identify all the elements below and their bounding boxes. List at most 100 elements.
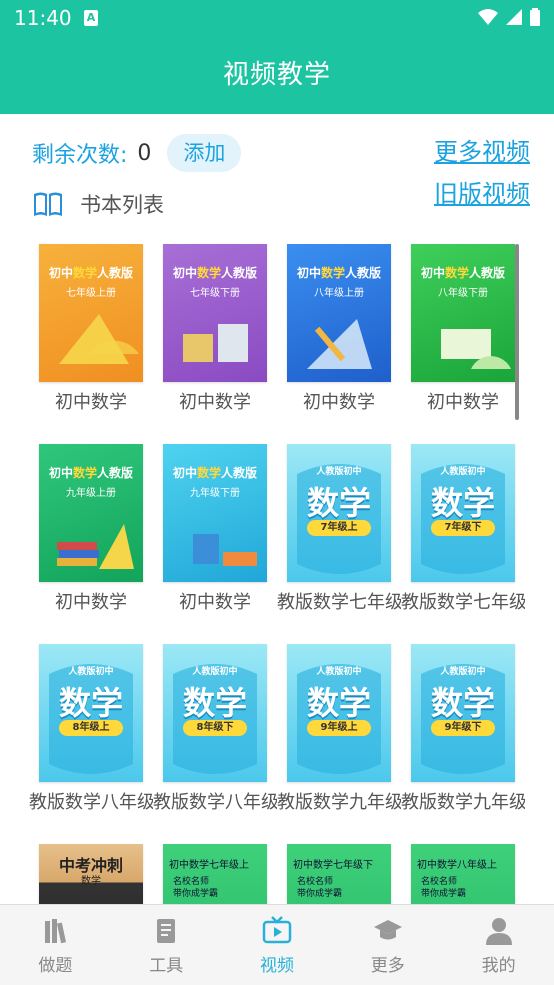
- old-videos-link[interactable]: 旧版视频: [434, 174, 530, 209]
- book-card[interactable]: 初中数学人教版 七年级下册 初中数学: [153, 244, 277, 414]
- book-cover: 中考冲刺 数学: [39, 844, 143, 904]
- tv-play-icon: [262, 916, 292, 944]
- book-caption: 初中数学: [427, 392, 499, 413]
- book-cover-title: 初中数学八年级上: [417, 860, 497, 871]
- book-cover: 初中数学七年级上 名校名师 带你成学霸: [163, 844, 267, 904]
- book-caption: 初中数学: [55, 392, 127, 413]
- status-time: 11:40: [14, 6, 72, 30]
- book-cover: 人教版初中 数学 8年级下: [163, 644, 267, 782]
- book-cover-grade: 7年级上: [307, 520, 371, 536]
- book-cover-subject: 数学: [81, 876, 101, 887]
- book-cover: 初中数学人教版 八年级下册: [411, 244, 515, 382]
- book-card[interactable]: 初中数学七年级上 名校名师 带你成学霸: [153, 844, 277, 904]
- triangle-ruler-icon: [307, 319, 372, 369]
- remaining-label: 剩余次数:: [32, 143, 128, 168]
- book-cover: 初中数学人教版 九年级下册: [163, 444, 267, 582]
- book-list-heading: 书本列表: [32, 188, 164, 220]
- book-caption: 教版数学八年级: [153, 792, 277, 813]
- book-caption: 教版数学九年级: [401, 792, 525, 813]
- notification-icon: A: [84, 10, 98, 26]
- book-card[interactable]: 中考冲刺 数学: [29, 844, 153, 904]
- page-title: 视频教学: [222, 60, 331, 90]
- nav-item-video[interactable]: 视频: [222, 905, 333, 985]
- book-cover-subject: 数学: [430, 484, 495, 522]
- book-cover-publisher: 人教版初中: [440, 467, 486, 477]
- book-caption: 初中数学: [303, 392, 375, 413]
- book-cover-grade: 8年级上: [59, 720, 123, 736]
- book-cover: 初中数学人教版 七年级下册: [163, 244, 267, 382]
- book-card[interactable]: 人教版初中 数学 8年级上 教版数学八年级: [29, 644, 153, 814]
- book-cover-line2: 带你成学霸: [297, 889, 343, 899]
- book-cover-publisher: 人教版初中: [316, 667, 362, 677]
- book-card[interactable]: 初中数学人教版 七年级上册 初中数学: [29, 244, 153, 414]
- stationery-icon: [183, 324, 248, 362]
- book-caption: 教版数学八年级: [29, 792, 153, 813]
- add-button[interactable]: 添加: [167, 134, 242, 172]
- book-cover: 人教版初中 数学 9年级下: [411, 644, 515, 782]
- nav-item-tools[interactable]: 工具: [111, 905, 222, 985]
- book-cover-subject: 数学: [306, 484, 371, 522]
- book-card[interactable]: 初中数学七年级下 名校名师 带你成学霸: [277, 844, 401, 904]
- status-icons: [478, 8, 540, 26]
- book-card[interactable]: 人教版初中 数学 7年级下 教版数学七年级: [401, 444, 525, 614]
- app-header: 视频教学: [0, 36, 554, 114]
- book-cover: 初中数学七年级下 名校名师 带你成学霸: [287, 844, 391, 904]
- book-cover: 人教版初中 数学 8年级上: [39, 644, 143, 782]
- book-cover: 初中数学人教版 九年级上册: [39, 444, 143, 582]
- signal-icon: [506, 9, 522, 25]
- nav-label: 工具: [149, 956, 184, 976]
- more-videos-link[interactable]: 更多视频: [434, 132, 530, 167]
- book-card[interactable]: 初中数学八年级上 名校名师 带你成学霸: [401, 844, 525, 904]
- book-card[interactable]: 人教版初中 数学 8年级下 教版数学八年级: [153, 644, 277, 814]
- nav-item-mine[interactable]: 我的: [443, 905, 554, 985]
- ruler-protractor-icon: [59, 314, 139, 364]
- book-cover: 人教版初中 数学 7年级下: [411, 444, 515, 582]
- book-cover: 初中数学人教版 八年级上册: [287, 244, 391, 382]
- book-card[interactable]: 初中数学人教版 八年级上册 初中数学: [277, 244, 401, 414]
- battery-icon: [530, 8, 540, 26]
- remaining-count: 0: [137, 140, 152, 166]
- book-cover-line2: 带你成学霸: [421, 889, 467, 899]
- graduation-cap-icon: [373, 920, 402, 940]
- book-cover-publisher: 人教版初中: [192, 667, 238, 677]
- nav-item-practice[interactable]: 做题: [0, 905, 111, 985]
- bottom-nav: 做题 工具 视频 更多 我的: [0, 904, 554, 985]
- book-cover: 初中数学人教版 七年级上册: [39, 244, 143, 382]
- book-cover-publisher: 人教版初中: [68, 667, 114, 677]
- nav-item-more[interactable]: 更多: [332, 905, 443, 985]
- book-cover-subject: 数学: [58, 684, 123, 722]
- book-card[interactable]: 人教版初中 数学 9年级上 教版数学九年级: [277, 644, 401, 814]
- book-grid: 初中数学人教版 七年级上册 初中数学 初中数学人教版 七年级下册 初中数学 初中…: [0, 240, 554, 904]
- book-cover-publisher: 人教版初中: [440, 667, 486, 677]
- status-bar: 11:40 A: [0, 0, 554, 36]
- book-card[interactable]: 初中数学人教版 九年级下册 初中数学: [153, 444, 277, 614]
- remaining-count-row: 剩余次数: 0 添加: [32, 134, 242, 172]
- book-card[interactable]: 初中数学人教版 八年级下册 初中数学: [401, 244, 525, 414]
- stacked-books-icon: [57, 524, 134, 569]
- book-caption: 初中数学: [55, 592, 127, 613]
- nav-label: 更多: [370, 956, 405, 976]
- book-caption: 教版数学七年级: [401, 592, 525, 613]
- book-list-title: 书本列表: [80, 193, 164, 217]
- book-card[interactable]: 人教版初中 数学 7年级上 教版数学七年级: [277, 444, 401, 614]
- book-cover-title: 初中数学七年级上: [169, 860, 249, 871]
- book-cover-grade: 9年级下: [431, 720, 495, 736]
- open-book-icon: [34, 192, 62, 216]
- book-cover-subject: 数学: [182, 684, 247, 722]
- person-icon: [485, 918, 512, 945]
- book-cover-publisher: 人教版初中: [316, 467, 362, 477]
- book-caption: 初中数学: [179, 392, 251, 413]
- book-card[interactable]: 初中数学人教版 九年级上册 初中数学: [29, 444, 153, 614]
- book-cover: 人教版初中 数学 7年级上: [287, 444, 391, 582]
- nav-label: 视频: [259, 956, 294, 976]
- compass-ruler-icon: [441, 329, 511, 369]
- books-icon: [45, 919, 67, 944]
- book-cover-grade: 9年级上: [307, 720, 371, 736]
- nav-label: 做题: [38, 956, 73, 976]
- book-caption: 教版数学九年级: [277, 792, 401, 813]
- book-cover-title: 初中数学七年级下: [293, 860, 373, 871]
- scrollbar[interactable]: [515, 244, 519, 420]
- book-card[interactable]: 人教版初中 数学 9年级下 教版数学九年级: [401, 644, 525, 814]
- book-cover-line2: 带你成学霸: [173, 889, 219, 899]
- book-caption: 教版数学七年级: [277, 592, 401, 613]
